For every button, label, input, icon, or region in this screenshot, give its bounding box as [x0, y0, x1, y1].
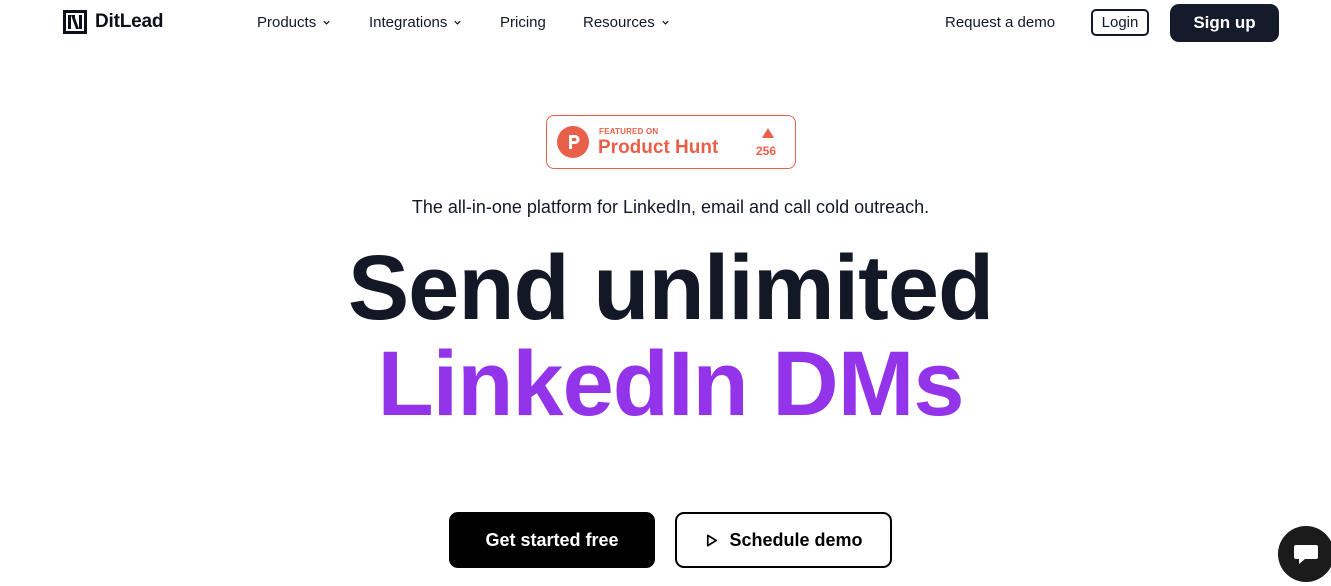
nav-resources-label: Resources	[583, 14, 655, 31]
request-demo-link[interactable]: Request a demo	[945, 14, 1055, 31]
brand-name: DitLead	[95, 11, 164, 32]
get-started-button[interactable]: Get started free	[449, 512, 655, 568]
chat-widget-button[interactable]	[1278, 526, 1331, 582]
schedule-demo-label: Schedule demo	[729, 529, 863, 550]
nav-integrations-label: Integrations	[369, 14, 448, 31]
upvote-arrow-icon	[762, 128, 774, 138]
product-hunt-name: Product Hunt	[598, 137, 719, 158]
product-hunt-badge[interactable]: FEATURED ON Product Hunt 256	[546, 115, 796, 169]
play-icon	[707, 534, 718, 546]
nav-integrations[interactable]: Integrations	[369, 14, 462, 31]
signup-button[interactable]: Sign up	[1170, 4, 1279, 42]
site-header: DitLead Products Integrations Pricing Re…	[0, 0, 1331, 46]
chevron-down-icon	[454, 20, 462, 25]
schedule-demo-button[interactable]: Schedule demo	[675, 512, 892, 568]
nav-pricing-label: Pricing	[500, 14, 546, 31]
get-started-label: Get started free	[485, 529, 619, 550]
hero-headline-line-2: LinkedIn DMs	[377, 333, 964, 435]
chat-bubble-icon	[1294, 545, 1318, 564]
chevron-down-icon	[662, 20, 669, 25]
chevron-down-icon	[323, 20, 330, 25]
product-hunt-icon	[557, 126, 589, 158]
hero-headline-line-1: Send unlimited	[347, 237, 994, 339]
hero-tagline: The all-in-one platform for LinkedIn, em…	[411, 197, 930, 217]
featured-on-label: FEATURED ON	[599, 127, 659, 136]
nav-products-label: Products	[257, 14, 317, 31]
nav-pricing[interactable]: Pricing	[500, 14, 546, 31]
login-button[interactable]: Login	[1091, 9, 1149, 36]
nav-products[interactable]: Products	[257, 14, 331, 31]
ditlead-logo-icon	[63, 10, 87, 34]
nav-resources[interactable]: Resources	[583, 14, 670, 31]
upvote-count: 256	[756, 144, 777, 158]
brand-logo[interactable]: DitLead	[63, 10, 163, 34]
